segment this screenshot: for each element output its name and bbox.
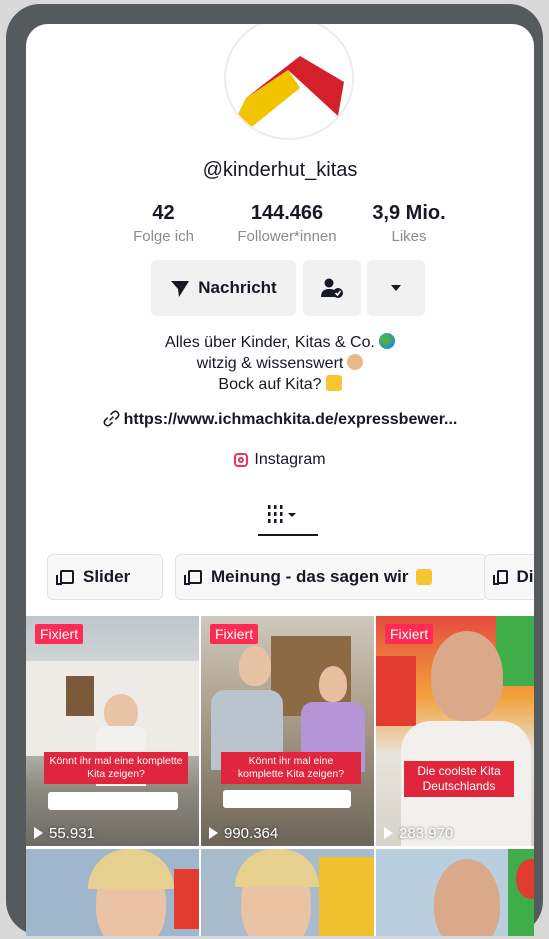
person-shape — [431, 631, 503, 721]
stat-followers-count: 144.466 — [250, 202, 324, 224]
send-icon — [171, 281, 190, 297]
toy-block-shape — [319, 857, 374, 936]
message-button[interactable]: Nachricht — [151, 260, 296, 316]
playlist-slider[interactable]: Slider — [47, 554, 163, 600]
phone-frame: @kinderhut_kitas 42 Folge ich 144.466 Fo… — [6, 4, 543, 936]
stat-followers[interactable]: 144.466 Follower*innen — [222, 202, 352, 245]
profile-link[interactable]: https://www.ichmachkita.de/expressbewer.… — [26, 410, 534, 429]
profile-link-text: https://www.ichmachkita.de/expressbewer.… — [123, 411, 458, 428]
more-options-button[interactable] — [367, 260, 425, 316]
stat-following-count: 42 — [152, 202, 175, 224]
bio-line-2: witzig & wissenswert — [26, 353, 534, 374]
add-friend-icon — [321, 278, 343, 298]
video-caption: Die coolste Kita Deutschlands — [404, 761, 514, 797]
bio-line-3: Bock auf Kita? — [26, 374, 534, 395]
link-icon — [103, 410, 120, 427]
video-caption: Könnt ihr mal eine komplette Kita zeigen… — [44, 752, 188, 784]
view-count: 990.364 — [209, 825, 278, 842]
playlist-row: Slider Meinung - das sagen wir Die — [26, 554, 534, 604]
hair-shape — [235, 849, 319, 887]
toy-block-shape — [174, 869, 199, 929]
globe-emoji-icon — [378, 333, 395, 349]
playlist-icon — [56, 570, 74, 585]
caret-down-icon — [391, 285, 401, 291]
profile-bio: Alles über Kinder, Kitas & Co. witzig & … — [26, 332, 534, 395]
profile-stats: 42 Folge ich 144.466 Follower*innen 3,9 … — [26, 202, 534, 252]
video-tile[interactable]: Fixiert Könnt ihr mal eine komplette Kit… — [26, 616, 199, 846]
stat-following[interactable]: 42 Folge ich — [121, 202, 206, 245]
playlist-meinung[interactable]: Meinung - das sagen wir — [175, 554, 487, 600]
pinned-badge: Fixiert — [35, 624, 84, 644]
tab-underline — [258, 534, 318, 536]
profile-avatar[interactable] — [224, 24, 354, 140]
pointing-down-emoji-icon — [325, 375, 342, 391]
grid-icon — [268, 505, 296, 523]
toy-block-shape — [376, 656, 416, 726]
instagram-link[interactable]: Instagram — [26, 451, 534, 469]
video-tile[interactable]: Fixiert Könnt ihr mal eine komplette Kit… — [201, 616, 374, 846]
video-tile[interactable]: Fixiert Die coolste Kita Deutschlands 28… — [376, 616, 534, 846]
pinned-badge: Fixiert — [210, 624, 259, 644]
view-count: 283.970 — [384, 825, 453, 842]
stat-likes-count: 3,9 Mio. — [372, 202, 446, 224]
stat-followers-label: Follower*innen — [237, 228, 337, 245]
comment-sticker — [223, 790, 351, 808]
bio-line-1: Alles über Kinder, Kitas & Co. — [26, 332, 534, 353]
comment-sticker — [48, 792, 178, 810]
profile-username: @kinderhut_kitas — [202, 159, 358, 181]
person-shape — [319, 666, 347, 702]
video-tile[interactable] — [26, 849, 199, 936]
instagram-icon — [234, 453, 249, 467]
view-count: 55.931 — [34, 825, 95, 842]
instagram-label: Instagram — [254, 451, 326, 468]
hair-shape — [88, 849, 174, 889]
tab-videos[interactable] — [258, 500, 318, 536]
person-shape — [104, 694, 138, 730]
stat-following-label: Folge ich — [133, 228, 194, 245]
video-tile[interactable] — [376, 849, 534, 936]
door-shape — [66, 676, 94, 716]
message-button-label: Nachricht — [198, 278, 277, 297]
pinned-badge: Fixiert — [385, 624, 434, 644]
person-shape — [434, 859, 500, 936]
video-caption: Könnt ihr mal eine komplette Kita zeigen… — [221, 752, 361, 784]
kinderhut-logo — [236, 56, 344, 130]
add-friend-button[interactable] — [303, 260, 361, 316]
playlist-icon — [493, 570, 508, 585]
video-tile[interactable] — [201, 849, 374, 936]
playlist-icon — [184, 570, 202, 585]
playlist-die[interactable]: Die — [484, 554, 534, 600]
person-shape — [239, 646, 271, 686]
face-emoji-icon — [347, 354, 364, 370]
stat-likes[interactable]: 3,9 Mio. Likes — [364, 202, 454, 245]
hand-emoji-icon — [416, 569, 433, 585]
profile-screen: @kinderhut_kitas 42 Folge ich 144.466 Fo… — [26, 24, 534, 936]
stat-likes-label: Likes — [391, 228, 427, 245]
